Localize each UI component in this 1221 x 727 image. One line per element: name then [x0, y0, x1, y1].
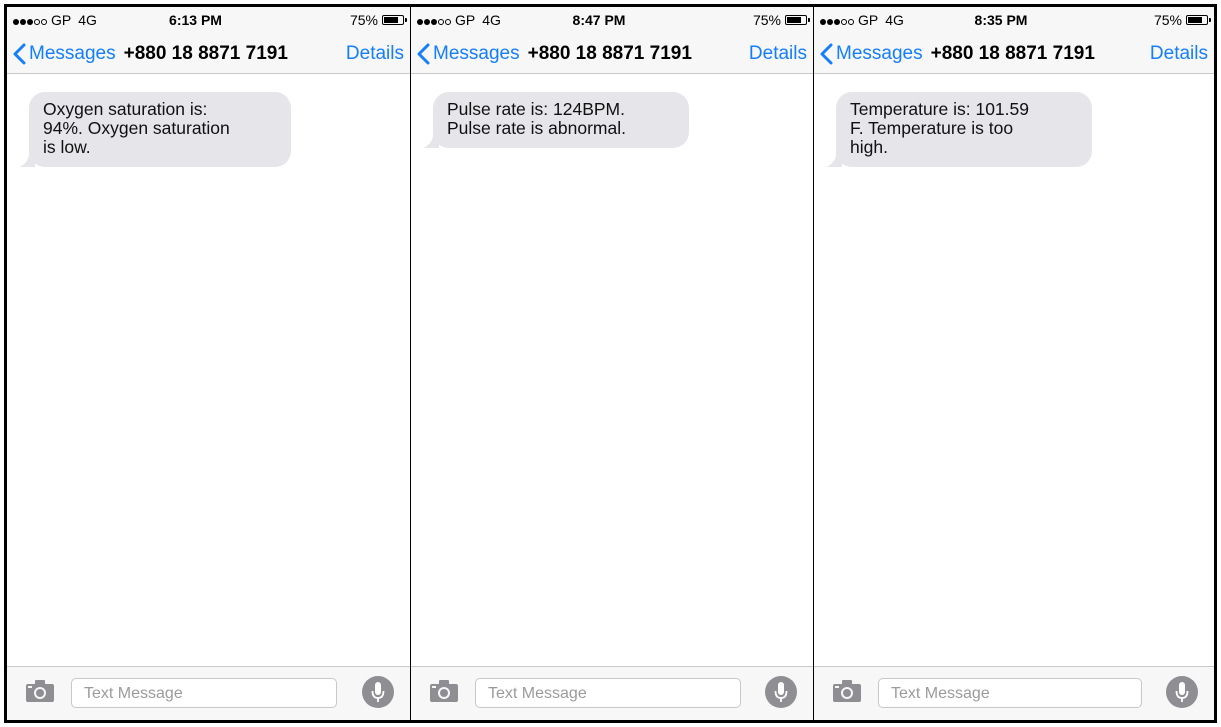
back-button[interactable]: Messages: [13, 43, 116, 65]
chevron-left-icon: [13, 43, 26, 65]
message-line: is low.: [43, 137, 91, 157]
contact-title: +880 18 8871 7191: [930, 43, 1095, 64]
status-bar: GP 4G 6:13 PM 75%: [7, 7, 410, 35]
message-thread: Temperature is: 101.59 F. Temperature is…: [814, 74, 1214, 666]
nav-bar: Messages +880 18 8871 7191 Details: [7, 35, 410, 74]
microphone-icon: [371, 682, 385, 702]
message-input[interactable]: Text Message: [71, 678, 337, 708]
chevron-left-icon: [820, 43, 833, 65]
microphone-icon: [1175, 682, 1189, 702]
message-bubble: Temperature is: 101.59 F. Temperature is…: [826, 92, 1092, 167]
status-bar: GP 4G 8:35 PM 75%: [814, 7, 1214, 35]
nav-bar: Messages +880 18 8871 7191 Details: [411, 35, 813, 74]
back-button[interactable]: Messages: [417, 43, 520, 65]
status-bar: GP 4G 8:47 PM 75%: [411, 7, 813, 35]
details-button[interactable]: Details: [346, 43, 404, 65]
message-line: F. Temperature is too: [850, 118, 1014, 138]
bubble-tail: [826, 153, 842, 167]
microphone-icon: [774, 682, 788, 702]
message-bubble: Oxygen saturation is: 94%. Oxygen satura…: [19, 92, 291, 167]
camera-icon[interactable]: [832, 679, 862, 703]
details-button[interactable]: Details: [749, 43, 807, 65]
mic-button[interactable]: [1166, 676, 1198, 708]
battery-percent: 75%: [349, 12, 378, 28]
phone-screen-3: GP 4G 8:35 PM 75% Messages +880 18 8871 …: [814, 7, 1214, 720]
battery-icon: [382, 15, 407, 25]
chevron-left-icon: [417, 43, 430, 65]
compose-bar: Text Message: [411, 666, 813, 720]
mic-button[interactable]: [362, 676, 394, 708]
details-button[interactable]: Details: [1150, 43, 1208, 65]
bubble-tail: [19, 153, 35, 167]
phone-screen-1: GP 4G 6:13 PM 75% Messages +880 18 8871 …: [7, 7, 410, 720]
message-input[interactable]: Text Message: [475, 678, 741, 708]
message-line: Pulse rate is abnormal.: [447, 118, 626, 138]
screenshot-frame: GP 4G 6:13 PM 75% Messages +880 18 8871 …: [4, 4, 1217, 723]
message-input[interactable]: Text Message: [878, 678, 1142, 708]
camera-icon[interactable]: [429, 679, 459, 703]
message-thread: Oxygen saturation is: 94%. Oxygen satura…: [7, 74, 410, 666]
compose-bar: Text Message: [814, 666, 1214, 720]
contact-title: +880 18 8871 7191: [123, 43, 288, 64]
message-bubble: Pulse rate is: 124BPM. Pulse rate is abn…: [423, 92, 689, 148]
back-label: Messages: [29, 43, 116, 64]
back-button[interactable]: Messages: [820, 43, 923, 65]
camera-icon[interactable]: [25, 679, 55, 703]
message-line: high.: [850, 137, 888, 157]
message-line: Temperature is: 101.59: [850, 99, 1029, 119]
bubble-tail: [423, 134, 439, 148]
message-line: Oxygen saturation is:: [43, 99, 208, 119]
battery-percent: 75%: [1153, 12, 1182, 28]
message-thread: Pulse rate is: 124BPM. Pulse rate is abn…: [411, 74, 813, 666]
back-label: Messages: [433, 43, 520, 64]
message-line: Pulse rate is: 124BPM.: [447, 99, 625, 119]
phone-screen-2: GP 4G 8:47 PM 75% Messages +880 18 8871 …: [411, 7, 813, 720]
contact-title: +880 18 8871 7191: [527, 43, 692, 64]
message-line: 94%. Oxygen saturation: [43, 118, 230, 138]
nav-bar: Messages +880 18 8871 7191 Details: [814, 35, 1214, 74]
compose-bar: Text Message: [7, 666, 410, 720]
battery-icon: [1186, 15, 1211, 25]
mic-button[interactable]: [765, 676, 797, 708]
back-label: Messages: [836, 43, 923, 64]
battery-percent: 75%: [752, 12, 781, 28]
battery-icon: [785, 15, 810, 25]
